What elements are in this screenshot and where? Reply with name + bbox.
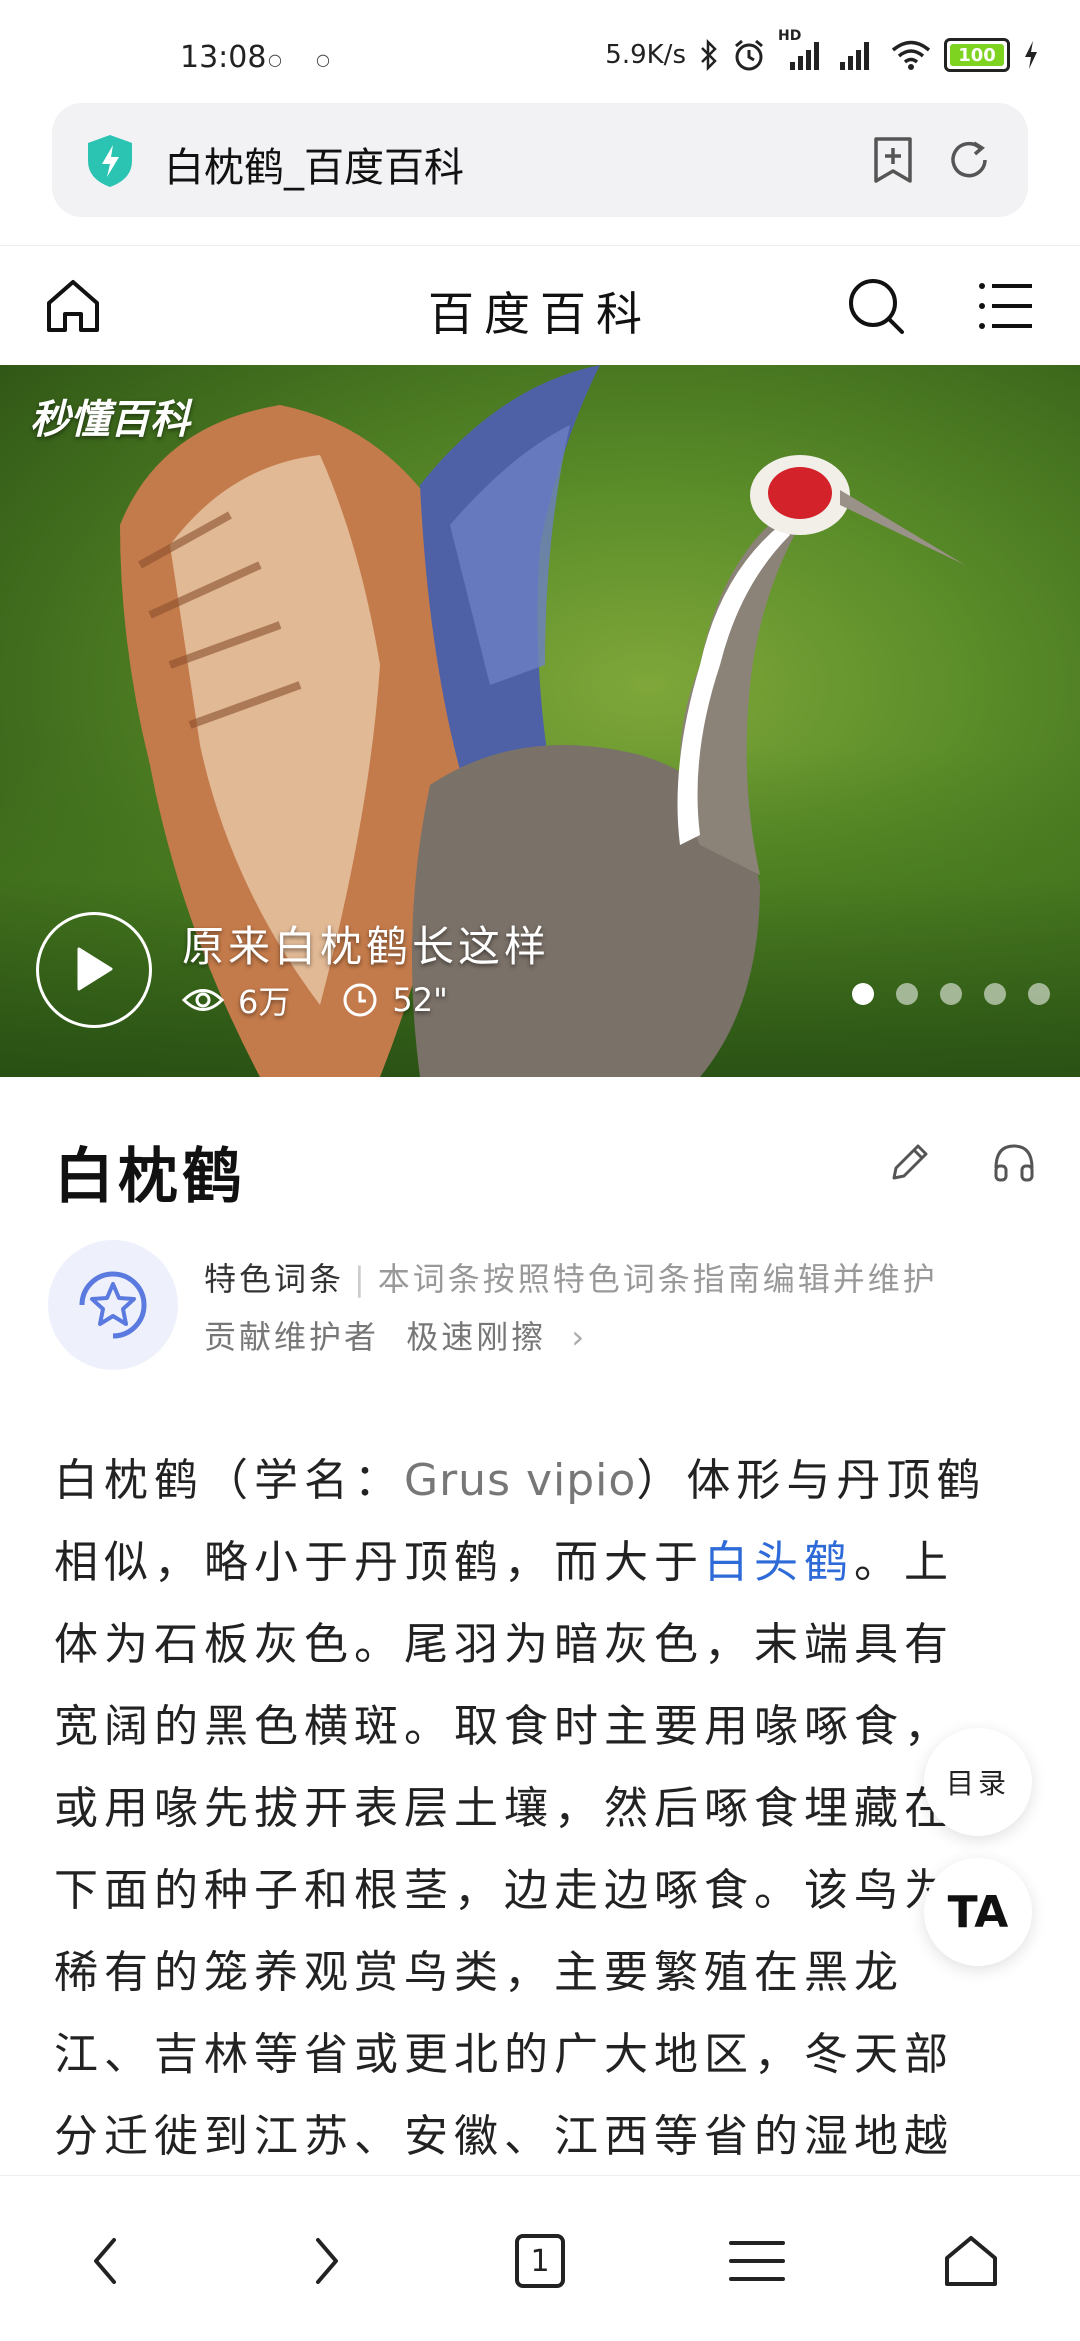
headphones-icon[interactable] — [990, 1138, 1038, 1186]
signal-icon — [840, 42, 869, 70]
site-header: 百度百科 — [0, 245, 1080, 367]
link-white-headed-crane[interactable]: 白头鹤 — [704, 1537, 854, 1588]
shield-icon — [88, 135, 132, 187]
feature-badge — [48, 1240, 178, 1370]
signal-hd-icon: HD — [778, 28, 826, 72]
carousel-dot[interactable] — [1028, 983, 1050, 1005]
status-icons: 5.9K/s HD 100 — [605, 28, 1040, 72]
site-brand[interactable]: 百度百科 — [0, 278, 1080, 344]
page-title[interactable]: 白枕鹤_百度百科 — [164, 135, 464, 193]
text-size-button[interactable]: TA — [924, 1858, 1032, 1966]
carousel-dot[interactable] — [852, 983, 874, 1005]
battery-icon: 100 — [944, 38, 1010, 72]
network-speed: 5.9K/s — [605, 40, 686, 70]
forward-icon — [316, 2238, 338, 2284]
home-icon — [945, 2236, 997, 2286]
view-count: 6万 — [238, 983, 291, 1021]
carousel-dot[interactable] — [896, 983, 918, 1005]
toc-button[interactable]: 目录 — [924, 1728, 1032, 1836]
video-title: 原来白枕鹤长这样 — [182, 922, 551, 971]
alarm-icon — [735, 39, 763, 71]
latin-name: Grus vipio — [404, 1455, 637, 1506]
notification-dots: ○○ — [268, 50, 364, 69]
carousel-dot[interactable] — [984, 983, 1006, 1005]
status-bar: 13:08 ○○ 5.9K/s HD 100 — [0, 0, 1080, 100]
carousel-dots[interactable] — [852, 983, 1050, 1005]
contributor-label: 贡献维护者 — [204, 1318, 380, 1356]
feature-description: 本词条按照特色词条指南编辑并维护 — [377, 1260, 938, 1298]
video-player[interactable]: 秒懂百科 原来白枕鹤长这样 6万 52" — [0, 365, 1080, 1077]
search-icon[interactable] — [846, 276, 906, 336]
menu-icon — [729, 2241, 785, 2281]
tab-count: 1 — [515, 2234, 565, 2288]
summary-text: 。上体为石板灰色。尾羽为暗灰色，末端具有宽阔的黑色横斑。取食时主要用喙啄食，或用… — [54, 1537, 954, 2244]
star-badge-icon — [79, 1271, 147, 1339]
entry-summary: 白枕鹤（学名：Grus vipio）体形与丹顶鹤相似，略小于丹顶鹤，而大于白头鹤… — [54, 1440, 994, 2260]
charging-icon — [1025, 41, 1037, 69]
browser-menu-button[interactable] — [722, 2226, 792, 2296]
menu-icon[interactable] — [978, 280, 1034, 332]
feature-label: 特色词条 — [204, 1260, 345, 1298]
status-time: 13:08 — [180, 40, 267, 75]
contributor-name[interactable]: 极速刚擦 — [406, 1318, 546, 1356]
tabs-button[interactable]: 1 — [505, 2226, 575, 2296]
video-logo: 秒懂百科 — [30, 397, 190, 443]
browser-home-button[interactable] — [936, 2226, 1006, 2296]
video-meta: 6万 52" — [182, 977, 448, 1023]
play-button[interactable] — [36, 912, 152, 1028]
forward-button[interactable] — [292, 2226, 362, 2296]
back-icon — [94, 2238, 116, 2284]
back-button[interactable] — [70, 2226, 140, 2296]
play-icon — [77, 947, 113, 991]
carousel-dot[interactable] — [940, 983, 962, 1005]
chevron-right-icon: › — [571, 1318, 588, 1356]
bottom-navigation: 1 — [0, 2175, 1080, 2341]
clock-icon — [343, 983, 377, 1017]
video-duration: 52" — [392, 981, 448, 1019]
entry-title: 白枕鹤 — [54, 1142, 246, 1212]
contributor-info[interactable]: 贡献维护者 极速刚擦 › — [204, 1312, 587, 1358]
add-bookmark-icon[interactable] — [868, 135, 918, 185]
refresh-icon[interactable] — [944, 135, 994, 185]
edit-icon[interactable] — [886, 1138, 934, 1186]
address-bar[interactable]: 白枕鹤_百度百科 — [52, 103, 1028, 217]
wifi-icon — [891, 40, 931, 70]
battery-level: 100 — [958, 44, 996, 66]
bluetooth-icon — [701, 39, 717, 71]
views-icon — [182, 989, 224, 1011]
feature-info: 特色词条 | 本词条按照特色词条指南编辑并维护 — [204, 1260, 938, 1298]
summary-text: 白枕鹤（学名： — [54, 1455, 404, 1506]
